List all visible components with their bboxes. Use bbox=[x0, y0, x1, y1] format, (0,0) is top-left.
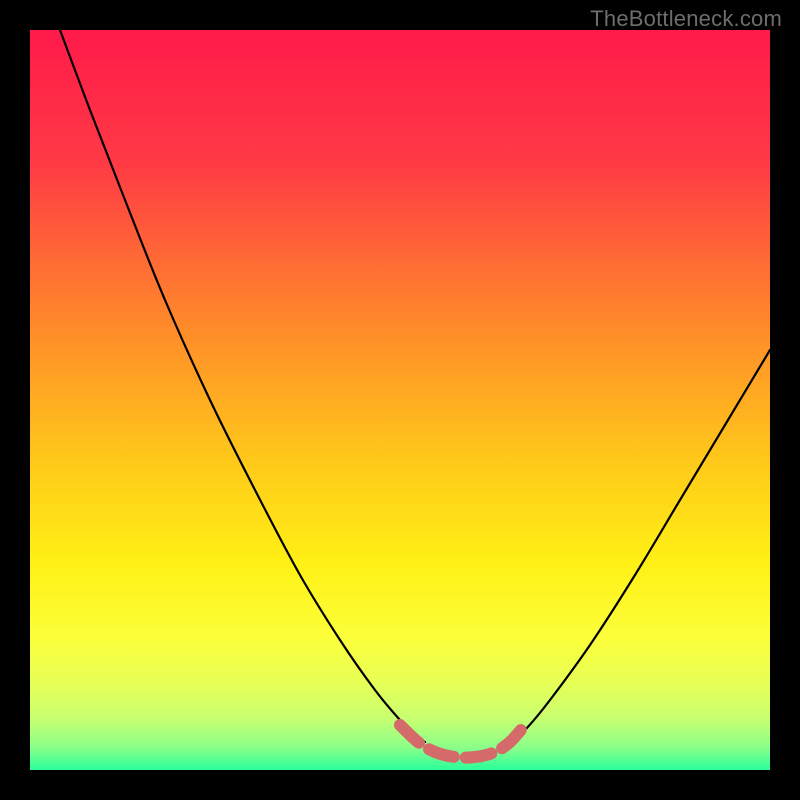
chart-svg bbox=[30, 30, 770, 770]
chart-frame: TheBottleneck.com bbox=[0, 0, 800, 800]
watermark-text: TheBottleneck.com bbox=[590, 6, 782, 32]
plot-area bbox=[30, 30, 770, 770]
gradient-background bbox=[30, 30, 770, 770]
